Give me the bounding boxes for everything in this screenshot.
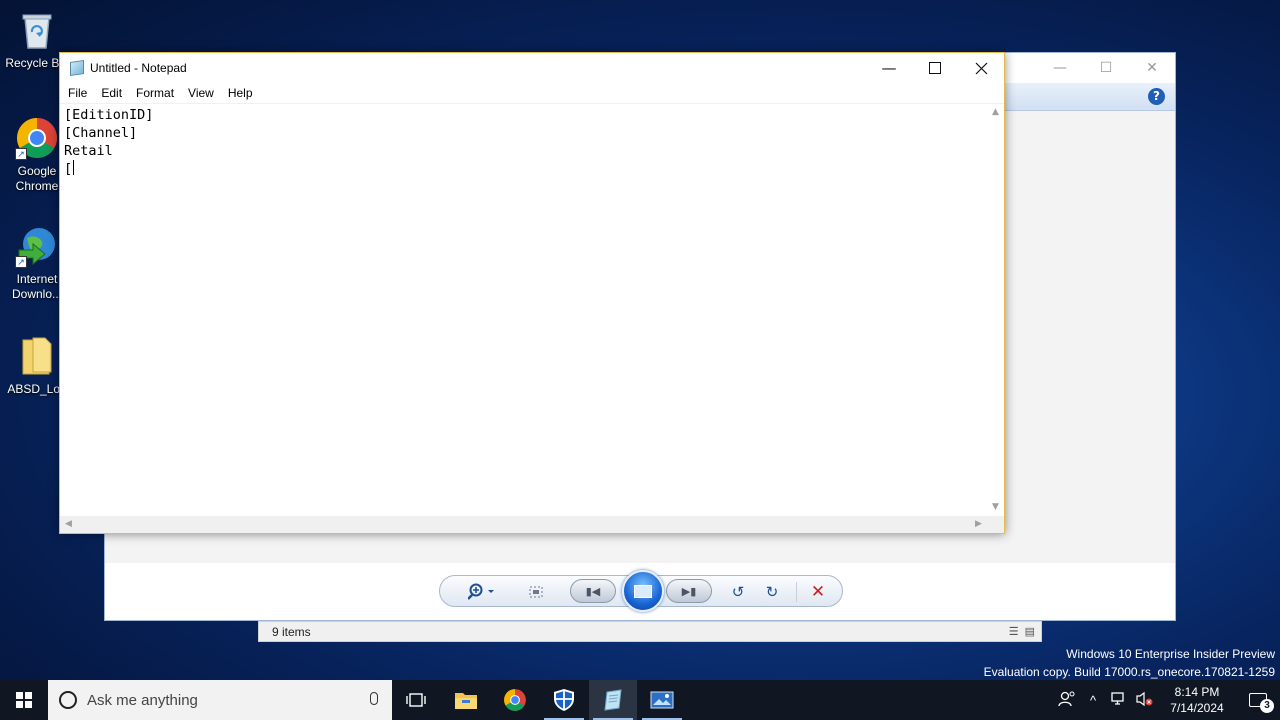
minimize-button[interactable]: — — [866, 53, 912, 83]
notepad-menubar: File Edit Format View Help — [60, 83, 1004, 103]
previous-icon[interactable]: ▮◀ — [570, 579, 616, 603]
zoom-icon[interactable] — [464, 582, 500, 602]
scroll-up-icon[interactable]: ▲ — [987, 104, 1004, 121]
window-title: Untitled - Notepad — [90, 61, 187, 75]
taskbar-file-explorer[interactable] — [442, 680, 490, 720]
shield-icon — [554, 689, 574, 711]
shortcut-arrow-icon: ↗ — [15, 256, 27, 268]
maximize-icon — [929, 62, 941, 74]
photo-viewer-icon — [650, 691, 674, 709]
cortana-icon — [59, 691, 77, 709]
network-icon[interactable] — [1106, 691, 1132, 710]
close-icon — [975, 62, 987, 74]
horizontal-scrollbar[interactable]: ◀ ▶ — [60, 516, 987, 533]
editor-text: [EditionID] [Channel] Retail [ — [64, 106, 153, 178]
search-placeholder: Ask me anything — [87, 691, 198, 709]
text-editor-area[interactable]: [EditionID] [Channel] Retail [ ▲ ▼ ◀ ▶ — [60, 103, 1004, 533]
menu-file[interactable]: File — [61, 83, 94, 103]
taskbar-chrome[interactable] — [491, 680, 539, 720]
menu-view[interactable]: View — [181, 83, 221, 103]
scroll-left-icon[interactable]: ◀ — [60, 516, 77, 533]
menu-help[interactable]: Help — [221, 83, 260, 103]
notepad-icon — [604, 689, 622, 711]
photo-viewer-controls-bar: ▮◀ ▶▮ ↺ ↻ ✕ — [439, 570, 843, 612]
maximize-button[interactable] — [912, 53, 958, 83]
system-tray: ^ 8:14 PM 7/14/2024 3 — [1054, 680, 1280, 720]
idm-globe-icon: ↗ — [15, 224, 59, 268]
chrome-icon: ↗ — [15, 116, 59, 160]
text-caret — [73, 160, 75, 175]
text-line: [Channel] — [64, 125, 138, 141]
notepad-titlebar[interactable]: Untitled - Notepad — — [60, 53, 1004, 83]
toolbar-separator — [796, 582, 797, 602]
details-view-icon[interactable]: ☰ — [1009, 625, 1019, 638]
chrome-icon — [504, 689, 526, 711]
shortcut-arrow-icon: ↗ — [15, 148, 27, 160]
microphone-icon[interactable] — [370, 692, 378, 705]
scroll-right-icon[interactable]: ▶ — [970, 516, 987, 533]
notepad-window: Untitled - Notepad — File Edit Format Vi… — [59, 52, 1005, 534]
taskbar-photo-viewer[interactable] — [638, 680, 686, 720]
watermark-edition: Windows 10 Enterprise Insider Preview — [1066, 647, 1275, 661]
cortana-search-box[interactable]: Ask me anything — [48, 680, 392, 720]
task-view-icon — [406, 693, 426, 707]
text-line: [ — [64, 161, 73, 177]
explorer-status-bar: 9 items ☰ ▤ — [258, 621, 1042, 642]
help-icon[interactable]: ? — [1148, 88, 1165, 105]
taskbar: Ask me anything ^ 8:14 PM 7/14/2024 3 — [0, 680, 1280, 720]
file-explorer-icon — [455, 693, 477, 709]
task-view-button[interactable] — [392, 680, 440, 720]
windows-logo-icon — [16, 692, 32, 708]
close-icon[interactable]: ✕ — [1129, 53, 1175, 83]
actual-size-icon[interactable] — [522, 582, 550, 602]
action-center-button[interactable]: 3 — [1236, 680, 1280, 720]
text-line: [EditionID] — [64, 107, 154, 123]
taskbar-windows-defender[interactable] — [540, 680, 588, 720]
slideshow-button[interactable] — [622, 570, 664, 612]
volume-muted-icon[interactable] — [1132, 691, 1158, 710]
maximize-icon[interactable]: ☐ — [1083, 53, 1129, 83]
photo-viewer-toolbar: ▮◀ ▶▮ ↺ ↻ ✕ — [105, 563, 1175, 620]
view-switcher: ☰ ▤ — [1009, 625, 1035, 638]
taskbar-notepad[interactable] — [589, 680, 637, 720]
scrollbar-corner — [987, 516, 1004, 533]
next-icon[interactable]: ▶▮ — [666, 579, 712, 603]
windows-watermark: Windows 10 Enterprise Insider Preview Ev… — [984, 645, 1275, 681]
notification-badge: 3 — [1260, 699, 1274, 713]
scroll-down-icon[interactable]: ▼ — [987, 499, 1004, 516]
watermark-build: Evaluation copy. Build 17000.rs_onecore.… — [983, 665, 1275, 679]
vertical-scrollbar[interactable]: ▲ ▼ — [987, 104, 1004, 516]
notepad-icon — [70, 60, 84, 76]
start-button[interactable] — [0, 680, 48, 720]
large-icons-view-icon[interactable]: ▤ — [1025, 625, 1035, 638]
text-line-current: [ — [64, 160, 153, 178]
menu-edit[interactable]: Edit — [94, 83, 129, 103]
photo-viewer-window-controls: — ☐ ✕ — [1037, 53, 1175, 83]
folder-icon — [15, 334, 59, 378]
slideshow-icon — [634, 584, 652, 598]
clock-time: 8:14 PM — [1174, 685, 1220, 699]
menu-format[interactable]: Format — [129, 83, 181, 103]
people-icon[interactable] — [1054, 691, 1080, 710]
delete-icon[interactable]: ✕ — [804, 582, 832, 602]
window-controls: — — [866, 53, 1004, 83]
show-hidden-icons-chevron-up-icon[interactable]: ^ — [1080, 693, 1106, 708]
taskbar-clock[interactable]: 8:14 PM 7/14/2024 — [1158, 684, 1236, 716]
close-button[interactable] — [958, 53, 1004, 83]
text-line: Retail — [64, 143, 113, 159]
minimize-icon[interactable]: — — [1037, 53, 1083, 83]
recycle-bin-icon — [15, 8, 59, 52]
rotate-clockwise-icon[interactable]: ↻ — [758, 582, 786, 602]
item-count: 9 items — [272, 625, 311, 639]
rotate-counterclockwise-icon[interactable]: ↺ — [724, 582, 752, 602]
clock-date: 7/14/2024 — [1170, 701, 1224, 715]
